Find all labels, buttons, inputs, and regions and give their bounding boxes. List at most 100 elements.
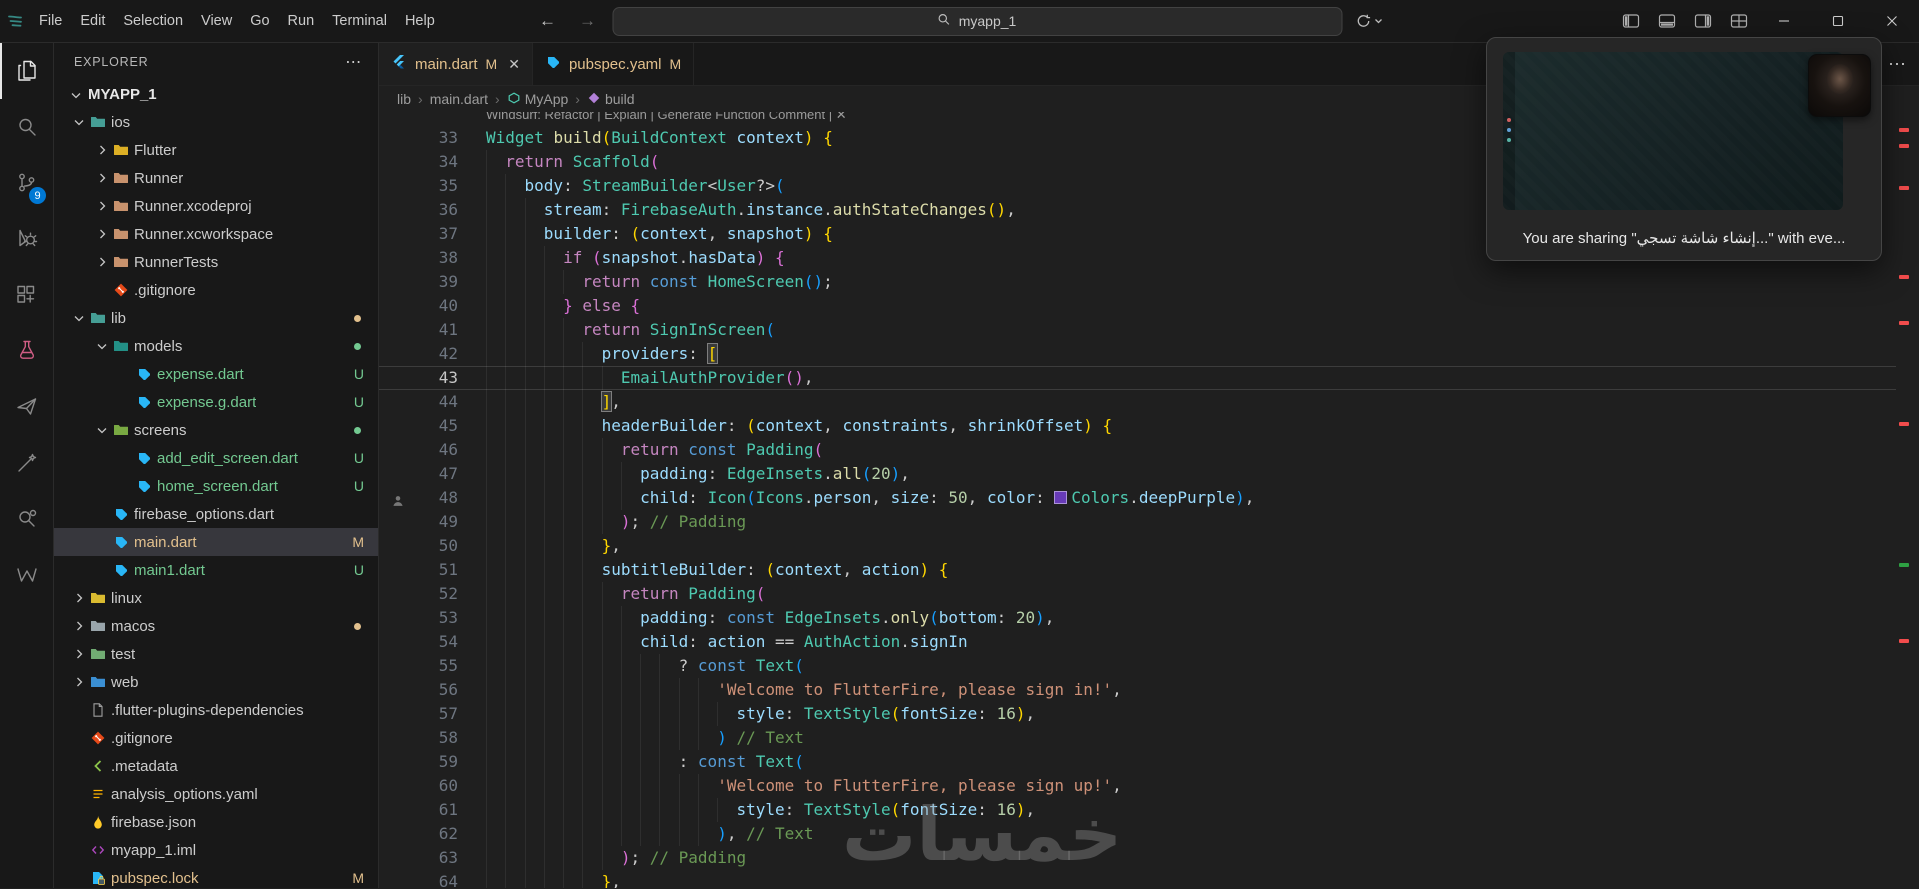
- code-line-58[interactable]: 58) // Text: [379, 726, 1896, 750]
- menu-file[interactable]: File: [30, 8, 71, 35]
- line-number-gutter[interactable]: 51: [379, 558, 486, 582]
- line-number-gutter[interactable]: 42: [379, 342, 486, 366]
- activity-wand-icon[interactable]: [0, 435, 53, 491]
- line-number-gutter[interactable]: 63: [379, 846, 486, 870]
- menu-go[interactable]: Go: [241, 8, 278, 35]
- tree-item-models[interactable]: models: [54, 332, 378, 360]
- code-line-57[interactable]: 57 style: TextStyle(fontSize: 16),: [379, 702, 1896, 726]
- code-line-64[interactable]: 64},: [379, 870, 1896, 888]
- menu-run[interactable]: Run: [279, 8, 324, 35]
- tree-item-firebase_options.dart[interactable]: firebase_options.dart: [54, 500, 378, 528]
- tree-item-RunnerTests[interactable]: RunnerTests: [54, 248, 378, 276]
- code-line-49[interactable]: 49); // Padding: [379, 510, 1896, 534]
- tree-item-add_edit_screen.dart[interactable]: add_edit_screen.dart U: [54, 444, 378, 472]
- tree-item-expense.dart[interactable]: expense.dart U: [54, 360, 378, 388]
- command-center-search[interactable]: myapp_1: [612, 6, 1342, 36]
- line-number-gutter[interactable]: 44: [379, 390, 486, 414]
- chevron-down-icon[interactable]: [93, 422, 111, 438]
- tree-item-.gitignore[interactable]: .gitignore: [54, 276, 378, 304]
- menu-view[interactable]: View: [192, 8, 241, 35]
- tree-item-pubspec.lock[interactable]: pubspec.lock M: [54, 864, 378, 888]
- line-number-gutter[interactable]: 56: [379, 678, 486, 702]
- tab-main.dart[interactable]: main.dart M ✕: [379, 43, 533, 85]
- activity-search-icon[interactable]: [0, 99, 53, 155]
- code-line-55[interactable]: 55? const Text(: [379, 654, 1896, 678]
- chevron-right-icon[interactable]: [93, 254, 111, 270]
- close-icon[interactable]: ✕: [508, 56, 520, 73]
- chevron-right-icon[interactable]: [70, 646, 88, 662]
- chevron-right-icon[interactable]: [93, 198, 111, 214]
- tree-item-Flutter[interactable]: Flutter: [54, 136, 378, 164]
- line-number-gutter[interactable]: 33: [379, 126, 486, 150]
- code-line-39[interactable]: 39 return const HomeScreen();: [379, 270, 1896, 294]
- tree-item-linux[interactable]: linux: [54, 584, 378, 612]
- code-line-54[interactable]: 54 child: action == AuthAction.signIn: [379, 630, 1896, 654]
- code-line-59[interactable]: 59: const Text(: [379, 750, 1896, 774]
- tree-item-analysis_options.yaml[interactable]: analysis_options.yaml: [54, 780, 378, 808]
- line-number-gutter[interactable]: 58: [379, 726, 486, 750]
- code-line-46[interactable]: 46 return const Padding(: [379, 438, 1896, 462]
- chevron-down-icon[interactable]: [70, 310, 88, 326]
- chevron-right-icon[interactable]: [70, 618, 88, 634]
- line-number-gutter[interactable]: 48: [379, 486, 486, 510]
- activity-extensions-icon[interactable]: [0, 267, 53, 323]
- line-number-gutter[interactable]: 41: [379, 318, 486, 342]
- tree-item-Runner[interactable]: Runner: [54, 164, 378, 192]
- sync-icon[interactable]: [1351, 13, 1387, 29]
- line-number-gutter[interactable]: 34: [379, 150, 486, 174]
- code-line-48[interactable]: 48 child: Icon(Icons.person, size: 50, co…: [379, 486, 1896, 510]
- line-number-gutter[interactable]: 40: [379, 294, 486, 318]
- code-line-40[interactable]: 40} else {: [379, 294, 1896, 318]
- tree-item-Runner.xcworkspace[interactable]: Runner.xcworkspace: [54, 220, 378, 248]
- camera-tile[interactable]: [1808, 54, 1871, 117]
- line-number-gutter[interactable]: 36: [379, 198, 486, 222]
- chevron-right-icon[interactable]: [93, 142, 111, 158]
- layout-sidebar-right-icon[interactable]: [1685, 13, 1721, 29]
- activity-source-control-icon[interactable]: 9: [0, 155, 53, 211]
- tree-item-main.dart[interactable]: main.dart M: [54, 528, 378, 556]
- tree-item-firebase.json[interactable]: firebase.json: [54, 808, 378, 836]
- line-number-gutter[interactable]: 64: [379, 870, 486, 888]
- breadcrumb-item-build[interactable]: build: [587, 91, 635, 108]
- breadcrumb-item-lib[interactable]: lib: [397, 91, 411, 107]
- chevron-right-icon[interactable]: [93, 226, 111, 242]
- activity-testing-icon[interactable]: [0, 323, 53, 379]
- activity-search-gear-icon[interactable]: [0, 491, 53, 547]
- line-number-gutter[interactable]: 35: [379, 174, 486, 198]
- code-line-47[interactable]: 47 padding: EdgeInsets.all(20),: [379, 462, 1896, 486]
- chevron-right-icon[interactable]: [93, 170, 111, 186]
- code-line-61[interactable]: 61 style: TextStyle(fontSize: 16),: [379, 798, 1896, 822]
- tree-item-ios[interactable]: ios: [54, 108, 378, 136]
- code-line-53[interactable]: 53 padding: const EdgeInsets.only(bottom:…: [379, 606, 1896, 630]
- code-line-43[interactable]: 43 EmailAuthProvider(),: [379, 366, 1896, 390]
- code-line-60[interactable]: 60 'Welcome to FlutterFire, please sign u…: [379, 774, 1896, 798]
- tree-item-.metadata[interactable]: .metadata: [54, 752, 378, 780]
- line-number-gutter[interactable]: 61: [379, 798, 486, 822]
- line-number-gutter[interactable]: 52: [379, 582, 486, 606]
- code-line-44[interactable]: 44],: [379, 390, 1896, 414]
- breadcrumb-item-MyApp[interactable]: MyApp: [507, 91, 568, 108]
- line-number-gutter[interactable]: 53: [379, 606, 486, 630]
- code-line-63[interactable]: 63); // Padding: [379, 846, 1896, 870]
- customize-layout-icon[interactable]: [1721, 13, 1757, 29]
- line-number-gutter[interactable]: 38: [379, 246, 486, 270]
- code-line-50[interactable]: 50},: [379, 534, 1896, 558]
- chevron-down-icon[interactable]: [70, 114, 88, 130]
- line-number-gutter[interactable]: 62: [379, 822, 486, 846]
- code-line-41[interactable]: 41 return SignInScreen(: [379, 318, 1896, 342]
- activity-run-debug-icon[interactable]: [0, 211, 53, 267]
- line-number-gutter[interactable]: 39: [379, 270, 486, 294]
- line-number-gutter[interactable]: 55: [379, 654, 486, 678]
- chevron-right-icon[interactable]: [70, 674, 88, 690]
- line-number-gutter[interactable]: 45: [379, 414, 486, 438]
- chevron-right-icon[interactable]: [70, 590, 88, 606]
- tree-item-main1.dart[interactable]: main1.dart U: [54, 556, 378, 584]
- tree-item-screens[interactable]: screens: [54, 416, 378, 444]
- line-number-gutter[interactable]: 54: [379, 630, 486, 654]
- layout-panel-icon[interactable]: [1649, 13, 1685, 29]
- tree-item-home_screen.dart[interactable]: home_screen.dart U: [54, 472, 378, 500]
- line-number-gutter[interactable]: 57: [379, 702, 486, 726]
- overview-ruler[interactable]: [1896, 112, 1919, 888]
- line-number-gutter[interactable]: 37: [379, 222, 486, 246]
- menu-help[interactable]: Help: [396, 8, 444, 35]
